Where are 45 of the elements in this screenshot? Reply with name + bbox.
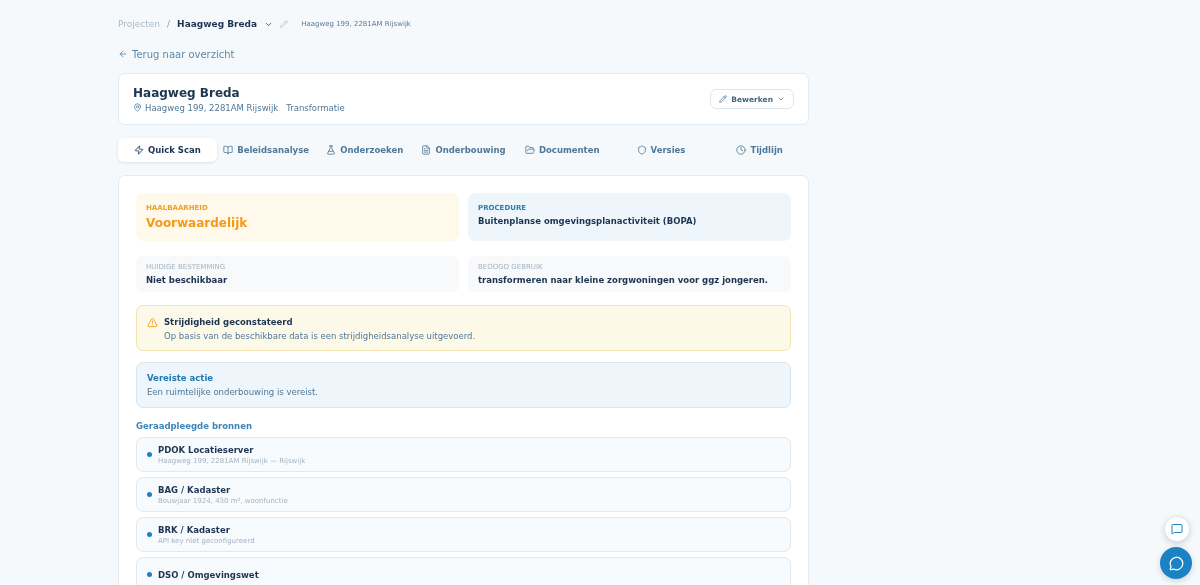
summary-value: transformeren naar kleine zorgwoningen voor ggz jongeren. [478, 275, 770, 285]
summary-value: Voorwaardelijk [146, 216, 249, 230]
status-dot [147, 532, 152, 537]
tab[interactable]: Onderzoeken [315, 138, 415, 162]
tab[interactable]: Onderbouwing [414, 138, 513, 162]
shield-icon [636, 145, 647, 155]
tab[interactable]: Quick Scan [118, 138, 217, 162]
tab[interactable]: Tijdlijn [710, 138, 810, 162]
alert-text: Een ruimtelijke onderbouwing is vereist. [147, 387, 318, 397]
warning-icon [147, 317, 158, 328]
section-title: Geraadpleegde bronnen [136, 421, 253, 431]
book-icon [223, 145, 234, 155]
alert-text: Op basis van de beschikbare data is een strijdigheidsanalyse uitgevoerd. [164, 331, 476, 341]
project-address: Haagweg 199, 2281AM Rijswijk [133, 102, 279, 113]
document-icon [421, 145, 432, 155]
alert-title: Strijdigheid geconstateerd [164, 317, 294, 327]
tab[interactable]: Versies [611, 138, 711, 162]
pencil-icon [719, 95, 728, 103]
chat-bubble-icon [1168, 555, 1184, 571]
summary-value: Niet beschikbaar [146, 275, 229, 285]
project-type: Transformatie [286, 102, 345, 113]
clock-icon [736, 145, 747, 155]
source-name: PDOK Locatieserver [158, 444, 255, 455]
chat-button[interactable] [1160, 547, 1192, 579]
status-dot [147, 572, 152, 577]
alert-title: Vereiste actie [147, 373, 215, 383]
map-pin-icon [133, 103, 142, 112]
lightning-icon [133, 145, 144, 155]
back-link[interactable]: Terug naar overzicht [118, 47, 809, 61]
chevron-down-icon [777, 95, 785, 103]
source-name: DSO / Omgevingswet [158, 569, 259, 580]
tab[interactable]: Beleidsanalyse [216, 138, 316, 162]
summary-value: Buitenplanse omgevingsplanactiviteit (BOPA) [478, 216, 698, 226]
project-title: Haagweg Breda [133, 85, 241, 100]
source-name: BAG / Kadaster [158, 484, 232, 495]
status-dot [147, 452, 152, 457]
status-dot [147, 492, 152, 497]
source-name: BRK / Kadaster [158, 524, 231, 535]
folder-icon [524, 145, 535, 155]
flask-icon [326, 145, 337, 155]
arrow-left-icon [118, 49, 128, 59]
feedback-button[interactable] [1164, 516, 1190, 542]
breadcrumb-separator: / [167, 19, 171, 29]
tab[interactable]: Documenten [512, 138, 612, 162]
project-switcher[interactable]: Haagweg Breda [177, 19, 258, 29]
